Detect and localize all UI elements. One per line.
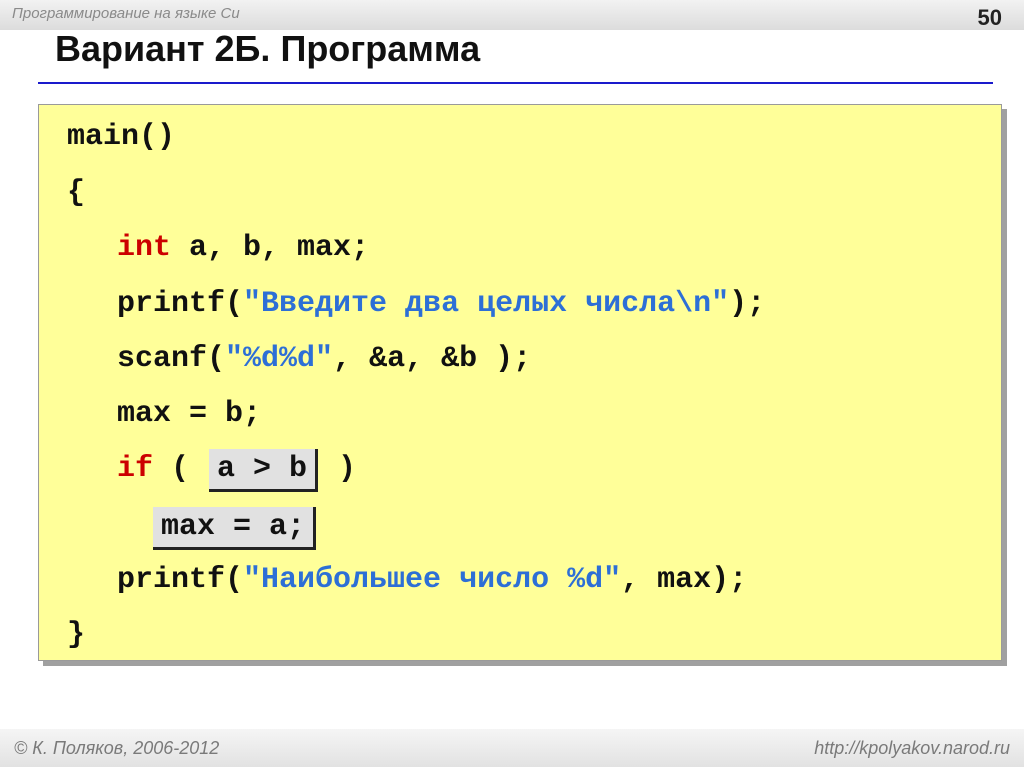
code-line-assign-max: max = b; [117,392,261,436]
code-text: max = b; [117,397,262,431]
code-line-declaration: int a, b, max; [117,226,369,270]
code-line-scanf: scanf("%d%d", &a, &b ); [117,337,531,381]
code-text: } [67,618,86,652]
code-line-main: main() [67,115,175,159]
keyword-if: if [117,452,154,486]
code-text: , max); [621,563,748,597]
string-literal: "Введите два целых числа\n" [243,287,730,321]
code-line-close-brace: } [67,613,85,657]
string-literal: "%d%d" [225,342,334,376]
code-line-printf-prompt: printf("Введите два целых числа\n"); [117,282,765,326]
code-text: ( [153,452,208,486]
slide-title: Вариант 2Б. Программа [55,28,481,69]
code-line-open-brace: { [67,171,85,215]
condition-blank: a > b [209,449,319,492]
code-text: ) [320,452,357,486]
code-block: main() { int a, b, max; printf("Введите … [38,104,1002,661]
page-number: 50 [977,5,1002,30]
code-line-then: max = a; [151,505,318,550]
code-text: ); [729,287,766,321]
header-bar: Программирование на языке Си 50 [0,0,1024,30]
title-divider [38,82,993,84]
code-text: , &a, &b ); [333,342,532,376]
code-text: a, b, max; [171,231,370,265]
footer-site-link[interactable]: http://kpolyakov.narod.ru [814,738,1010,759]
string-literal: "Наибольшее число %d" [243,563,622,597]
code-text: main() [67,120,176,154]
code-text: { [67,176,86,210]
code-line-if: if ( a > b ) [117,447,357,492]
footer-author: © К. Поляков, 2006-2012 [14,738,220,758]
code-text: scanf( [117,342,226,376]
course-title: Программирование на языке Си [12,5,240,22]
keyword-int: int [117,231,172,265]
footer-bar: © К. Поляков, 2006-2012 http://kpolyakov… [0,729,1024,767]
code-line-printf-result: printf("Наибольшее число %d", max); [117,558,747,602]
code-text: printf( [117,287,244,321]
statement-blank: max = a; [153,507,317,550]
code-text: printf( [117,563,244,597]
